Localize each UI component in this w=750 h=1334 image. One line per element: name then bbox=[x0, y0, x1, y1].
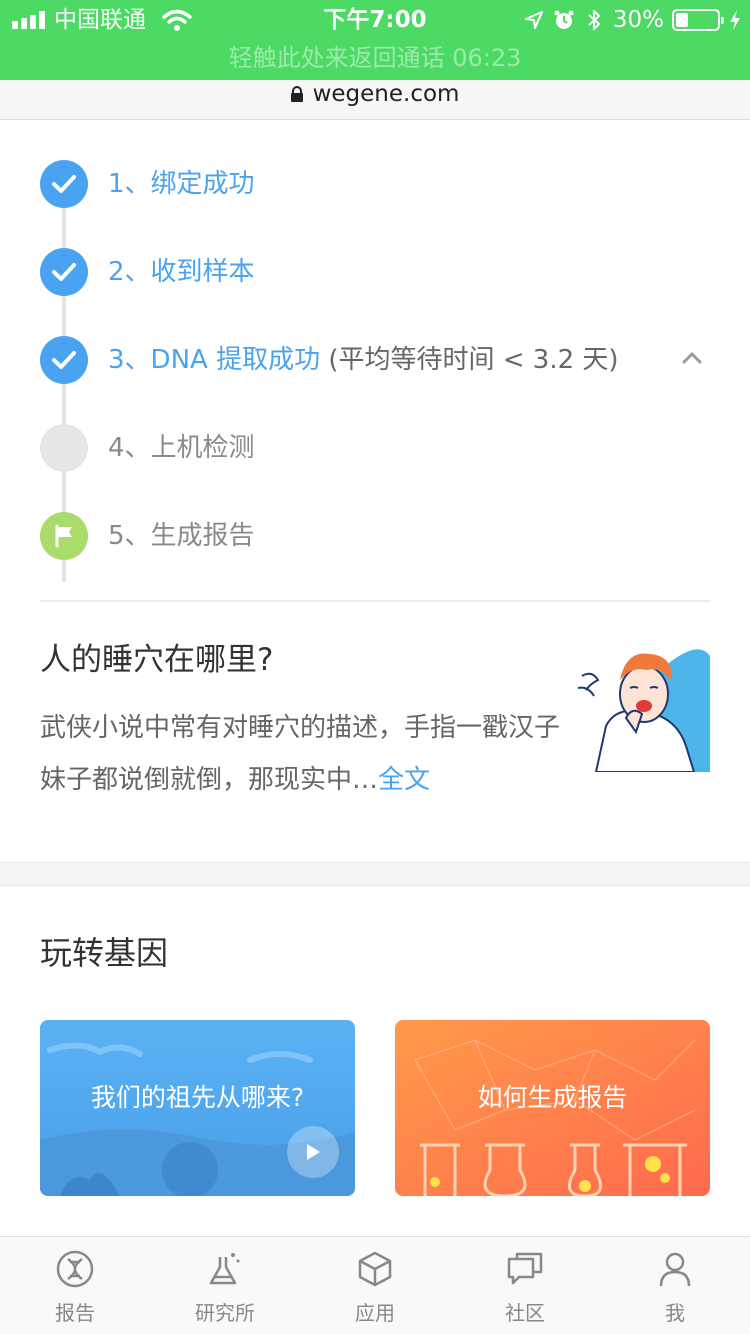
article-body-text: 武侠小说中常有对睡穴的描述，手指一戳汉子妹子都说倒就倒，那现实中… bbox=[40, 713, 561, 795]
url-text: wegene.com bbox=[312, 81, 460, 107]
step-2: 2、收到样本 bbox=[40, 248, 710, 296]
battery-percent: 30% bbox=[612, 7, 664, 33]
chat-icon bbox=[507, 1252, 543, 1285]
step-label: 4、上机检测 bbox=[108, 433, 255, 463]
card-title: 如何生成报告 bbox=[477, 1083, 628, 1112]
video-card-ancestry[interactable]: 我们的祖先从哪来? bbox=[40, 1020, 355, 1196]
flask-icon bbox=[209, 1253, 240, 1285]
step-4: 4、上机检测 bbox=[40, 424, 710, 472]
check-icon bbox=[40, 248, 88, 296]
tab-label: 报告 bbox=[55, 1301, 95, 1325]
flag-icon bbox=[40, 512, 88, 560]
step-label: 1、绑定成功 bbox=[108, 169, 255, 199]
location-icon bbox=[524, 11, 543, 29]
tab-label: 我 bbox=[665, 1301, 685, 1325]
card-report-generation[interactable]: 如何生成报告 bbox=[395, 1020, 710, 1196]
check-icon bbox=[40, 336, 88, 384]
battery-icon bbox=[672, 9, 724, 31]
step-3[interactable]: 3、DNA 提取成功 (平均等待时间 < 3.2 天) bbox=[40, 336, 710, 384]
step-label: 5、生成报告 bbox=[108, 521, 255, 551]
alarm-icon bbox=[554, 10, 574, 29]
url-bar[interactable]: wegene.com bbox=[0, 80, 750, 120]
pending-circle-icon bbox=[40, 424, 88, 472]
tab-label: 研究所 bbox=[195, 1301, 255, 1325]
section-separator bbox=[0, 862, 750, 886]
section-title: 玩转基因 bbox=[40, 934, 169, 972]
tab-label: 社区 bbox=[505, 1301, 545, 1325]
tab-me[interactable]: 我 bbox=[600, 1237, 750, 1334]
play-icon[interactable] bbox=[287, 1126, 339, 1178]
tab-community[interactable]: 社区 bbox=[450, 1237, 600, 1334]
lock-icon bbox=[290, 86, 303, 102]
step-1: 1、绑定成功 bbox=[40, 160, 710, 208]
article-excerpt: 武侠小说中常有对睡穴的描述，手指一戳汉子妹子都说倒就倒，那现实中…全文 bbox=[40, 702, 560, 806]
bluetooth-icon bbox=[588, 10, 600, 30]
step-label: 3、DNA 提取成功 bbox=[108, 345, 321, 375]
status-bar: 中国联通 下午7:00 30% 轻触此处来返回通话 06:23 bbox=[0, 0, 750, 80]
article-title[interactable]: 人的睡穴在哪里? bbox=[40, 638, 273, 682]
cube-icon bbox=[358, 1251, 392, 1287]
tab-apps[interactable]: 应用 bbox=[300, 1237, 450, 1334]
step-wait-time: (平均等待时间 < 3.2 天) bbox=[320, 345, 619, 375]
dna-icon bbox=[56, 1250, 94, 1288]
step-label: 2、收到样本 bbox=[108, 257, 255, 287]
progress-steps: 1、绑定成功 2、收到样本 3、DNA 提取成功 (平均等待时间 < 3.2 天… bbox=[40, 120, 710, 600]
charging-icon bbox=[730, 10, 740, 30]
return-to-call-banner[interactable]: 轻触此处来返回通话 06:23 bbox=[0, 42, 750, 74]
tab-bar: 报告 研究所 应用 社区 我 bbox=[0, 1236, 750, 1334]
person-icon bbox=[659, 1252, 691, 1287]
check-icon bbox=[40, 160, 88, 208]
card-title: 我们的祖先从哪来? bbox=[90, 1083, 305, 1112]
step-5: 5、生成报告 bbox=[40, 512, 710, 560]
article-illustration[interactable] bbox=[576, 636, 710, 772]
read-more-link[interactable]: 全文 bbox=[378, 765, 430, 795]
chevron-up-icon[interactable] bbox=[682, 350, 702, 364]
tab-institute[interactable]: 研究所 bbox=[150, 1237, 300, 1334]
tab-report[interactable]: 报告 bbox=[0, 1237, 150, 1334]
divider bbox=[40, 600, 710, 602]
tab-label: 应用 bbox=[355, 1301, 395, 1325]
